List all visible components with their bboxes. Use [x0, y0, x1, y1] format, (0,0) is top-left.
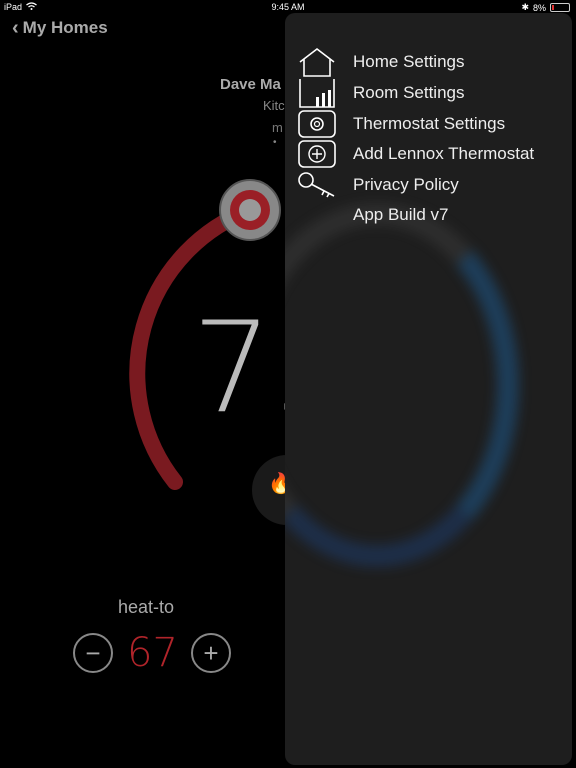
setpoint-label: heat-to — [118, 597, 175, 617]
side-menu: Home Settings Room Settings Thermostat S… — [285, 13, 572, 765]
menu-item-privacy-policy[interactable]: Privacy Policy — [297, 170, 459, 200]
setpoint-value: 67 — [127, 630, 178, 676]
setpoint-handle-dot — [239, 199, 261, 221]
menu-item-label: Privacy Policy — [353, 175, 459, 194]
increase-button[interactable]: + — [191, 633, 231, 673]
menu-item-thermostat-settings[interactable]: Thermostat Settings — [297, 109, 505, 139]
blurred-dial-background — [285, 203, 519, 567]
menu-item-app-build: App Build v7 — [297, 200, 448, 230]
menu-item-label: Home Settings — [353, 52, 465, 71]
key-icon — [297, 170, 337, 200]
gear-icon — [297, 109, 337, 139]
room-icon — [297, 78, 337, 108]
menu-item-label: Room Settings — [353, 83, 465, 102]
decrease-button[interactable]: − — [73, 633, 113, 673]
menu-item-label: Thermostat Settings — [353, 114, 506, 133]
menu-item-label: Add Lennox Thermostat — [353, 144, 535, 163]
app-build-label: App Build v7 — [353, 205, 449, 224]
menu-item-home-settings[interactable]: Home Settings — [297, 47, 465, 77]
home-icon — [297, 47, 337, 77]
add-icon — [297, 139, 337, 169]
menu-item-room-settings[interactable]: Room Settings — [297, 78, 465, 108]
menu-item-add-thermostat[interactable]: Add Lennox Thermostat — [297, 139, 534, 169]
